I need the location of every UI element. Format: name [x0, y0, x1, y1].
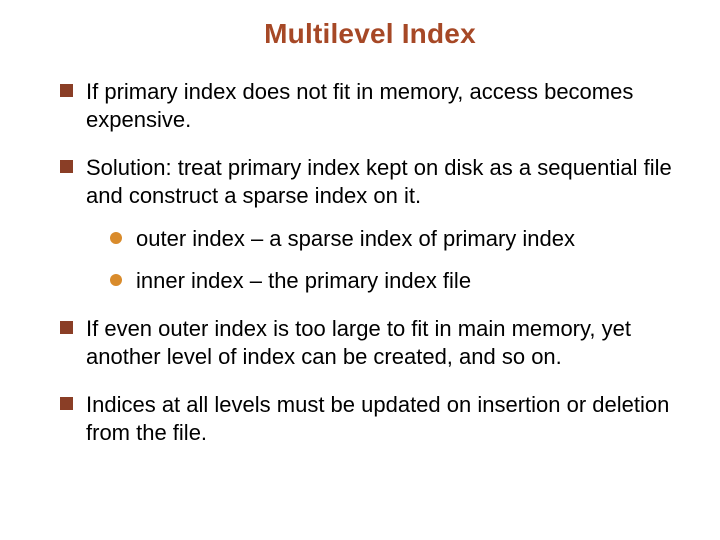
- slide: Multilevel Index If primary index does n…: [0, 0, 720, 540]
- slide-title: Multilevel Index: [60, 18, 680, 50]
- list-item: Solution: treat primary index kept on di…: [60, 154, 680, 295]
- list-item: outer index – a sparse index of primary …: [110, 225, 680, 253]
- list-item: If even outer index is too large to fit …: [60, 315, 680, 371]
- bullet-text: Solution: treat primary index kept on di…: [86, 155, 672, 208]
- bullet-list: If primary index does not fit in memory,…: [60, 78, 680, 448]
- bullet-text: If even outer index is too large to fit …: [86, 316, 631, 369]
- sub-bullet-list: outer index – a sparse index of primary …: [110, 225, 680, 295]
- list-item: Indices at all levels must be updated on…: [60, 391, 680, 447]
- bullet-text: outer index – a sparse index of primary …: [136, 226, 575, 251]
- bullet-text: inner index – the primary index file: [136, 268, 471, 293]
- bullet-text: If primary index does not fit in memory,…: [86, 79, 633, 132]
- bullet-text: Indices at all levels must be updated on…: [86, 392, 669, 445]
- list-item: If primary index does not fit in memory,…: [60, 78, 680, 134]
- list-item: inner index – the primary index file: [110, 267, 680, 295]
